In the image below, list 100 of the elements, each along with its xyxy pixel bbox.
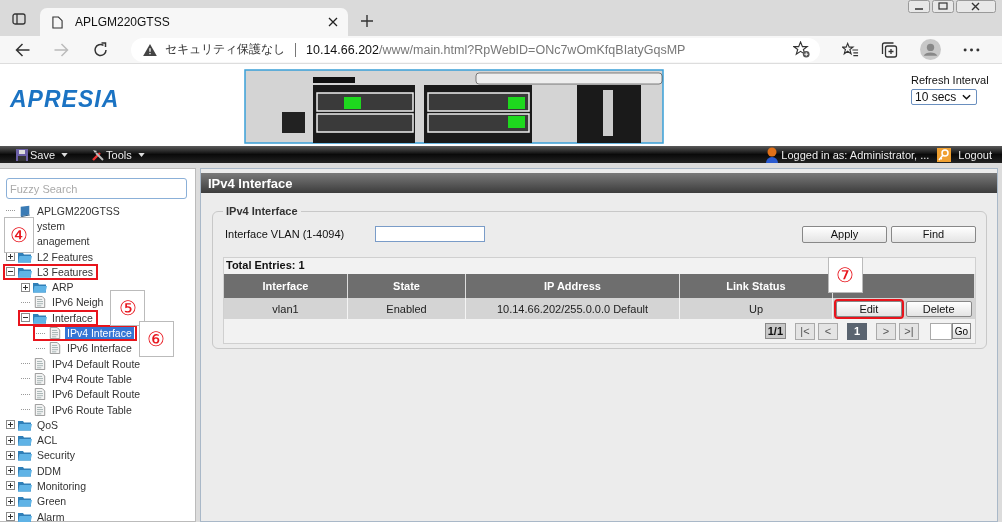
expand-icon[interactable] xyxy=(6,435,15,445)
tree-item[interactable]: IPv6 Default Route xyxy=(50,388,143,401)
close-window-icon[interactable] xyxy=(956,0,996,13)
expand-icon[interactable] xyxy=(6,496,15,506)
field-label: Interface VLAN (1-4094) xyxy=(225,228,346,240)
tree-item[interactable]: ACL xyxy=(35,434,60,447)
add-favorite-icon[interactable] xyxy=(793,41,810,58)
minimize-icon[interactable] xyxy=(908,0,930,13)
tree-item[interactable]: QoS xyxy=(35,418,60,431)
action-button[interactable]: Apply xyxy=(802,225,887,243)
step-number-callout: ⑦ xyxy=(827,256,863,293)
folder-icon xyxy=(18,495,32,508)
tree-item[interactable]: IPv6 Route Table xyxy=(50,403,134,416)
logo: APRESIA xyxy=(10,86,120,113)
tree-item[interactable]: L2 Features xyxy=(35,250,96,263)
vlan-input-field[interactable] xyxy=(375,226,485,242)
tree-item[interactable]: IPv4 Default Route xyxy=(50,357,143,370)
logged-in-user: Logged in as: Administrator, ... xyxy=(781,148,930,161)
address-bar[interactable]: セキュリティ保護なし 10.14.66.202/www/main.html?RpWebID=ONc7wOmKfqBIatyGqsMP xyxy=(131,37,820,62)
collapse-icon[interactable] xyxy=(6,267,15,277)
url-text: 10.14.66.202/www/main.html?RpWebID=ONc7wOmKfqBIatyGqsMP xyxy=(306,42,687,57)
expand-icon[interactable] xyxy=(6,466,15,476)
favorites-icon[interactable] xyxy=(842,41,859,58)
tab-actions-icon[interactable] xyxy=(12,12,26,26)
tree-item[interactable]: IPv6 Interface xyxy=(65,342,134,355)
folder-icon xyxy=(18,418,32,431)
caret-icon xyxy=(137,152,145,157)
new-tab-icon[interactable] xyxy=(360,14,374,28)
expand-icon[interactable] xyxy=(6,481,15,491)
row-action-button[interactable]: Edit xyxy=(835,300,902,317)
expand-icon[interactable] xyxy=(6,420,15,430)
search-field[interactable]: Fuzzy Search xyxy=(6,178,187,199)
folder-icon xyxy=(33,281,47,294)
tree-item[interactable]: IPv6 Neigh xyxy=(50,296,106,309)
document-icon xyxy=(33,296,47,309)
folder-icon xyxy=(18,265,32,278)
tree-item[interactable]: Security xyxy=(35,449,77,462)
caret-icon xyxy=(61,152,69,157)
collapse-icon[interactable] xyxy=(21,313,30,323)
go-button[interactable]: Go xyxy=(952,323,971,339)
folder-icon xyxy=(18,434,32,447)
step-number-callout: ⑤ xyxy=(110,290,146,327)
folder-icon xyxy=(18,480,32,492)
reload-icon[interactable] xyxy=(92,41,109,58)
warning-icon xyxy=(143,43,157,56)
column-header: IP Address xyxy=(465,274,680,298)
tree-item[interactable]: L3 Features xyxy=(35,265,96,278)
tools-icon xyxy=(92,148,105,161)
close-tab-icon[interactable] xyxy=(328,17,338,27)
page-number-field[interactable] xyxy=(930,322,952,340)
pagination-button[interactable]: 1 xyxy=(847,322,867,340)
page-info: 1/1 xyxy=(764,323,786,339)
profile-avatar-icon[interactable] xyxy=(920,39,941,60)
folder-icon xyxy=(18,510,32,522)
folder-icon xyxy=(33,311,47,324)
refresh-interval-select[interactable]: 10 secs xyxy=(911,89,977,105)
folder-icon xyxy=(18,464,32,477)
tree-item[interactable]: Interface xyxy=(50,311,95,324)
step-number-callout: ⑥ xyxy=(138,321,174,358)
column-header: State xyxy=(347,274,466,298)
document-icon xyxy=(48,327,62,339)
logout-link[interactable]: Logout xyxy=(958,148,992,161)
tree-item[interactable]: IPv4 Route Table xyxy=(50,372,134,385)
total-entries: Total Entries: 1 xyxy=(225,258,306,273)
section-title: IPv4 Interface xyxy=(225,205,299,217)
switch-icon xyxy=(18,204,32,217)
action-button[interactable]: Find xyxy=(891,225,976,243)
document-icon xyxy=(33,357,47,370)
toolbar-menu[interactable]: Save xyxy=(16,148,69,161)
column-header: Interface xyxy=(224,274,348,298)
expand-icon[interactable] xyxy=(6,450,15,460)
tree-item[interactable]: Alarm xyxy=(35,510,67,522)
table-cell: Up xyxy=(679,298,833,319)
tree-item[interactable]: anagement xyxy=(35,235,92,248)
tree-item[interactable]: APLGM220GTSS xyxy=(35,204,122,217)
tree-item[interactable]: Green xyxy=(35,495,69,508)
expand-icon[interactable] xyxy=(6,252,15,262)
back-icon[interactable] xyxy=(14,41,31,58)
step-number-callout: ④ xyxy=(4,217,34,254)
page-icon xyxy=(52,15,63,29)
tree-item[interactable]: IPv4 Interface xyxy=(65,327,134,339)
toolbar-menu[interactable]: Tools xyxy=(92,148,145,161)
folder-icon xyxy=(18,449,32,462)
tree-item[interactable]: ARP xyxy=(50,281,76,294)
tree-item[interactable]: ystem xyxy=(35,219,67,232)
table-cell: 10.14.66.202/255.0.0.0 Default xyxy=(465,298,680,319)
row-action-button[interactable]: Delete xyxy=(905,300,972,317)
expand-icon[interactable] xyxy=(6,512,15,522)
folder-icon xyxy=(18,250,32,263)
browser-tab[interactable]: APLGM220GTSS xyxy=(40,8,348,36)
security-label: セキュリティ保護なし xyxy=(165,41,285,58)
expand-icon[interactable] xyxy=(21,282,30,292)
table-cell: vlan1 xyxy=(224,298,348,319)
document-icon xyxy=(33,372,47,385)
tree-item[interactable]: DDM xyxy=(35,464,63,477)
document-icon xyxy=(48,342,62,355)
panel-title: IPv4 Interface xyxy=(201,173,997,193)
collections-icon[interactable] xyxy=(881,41,898,58)
restore-icon[interactable] xyxy=(932,0,954,13)
tree-item[interactable]: Monitoring xyxy=(35,480,89,492)
